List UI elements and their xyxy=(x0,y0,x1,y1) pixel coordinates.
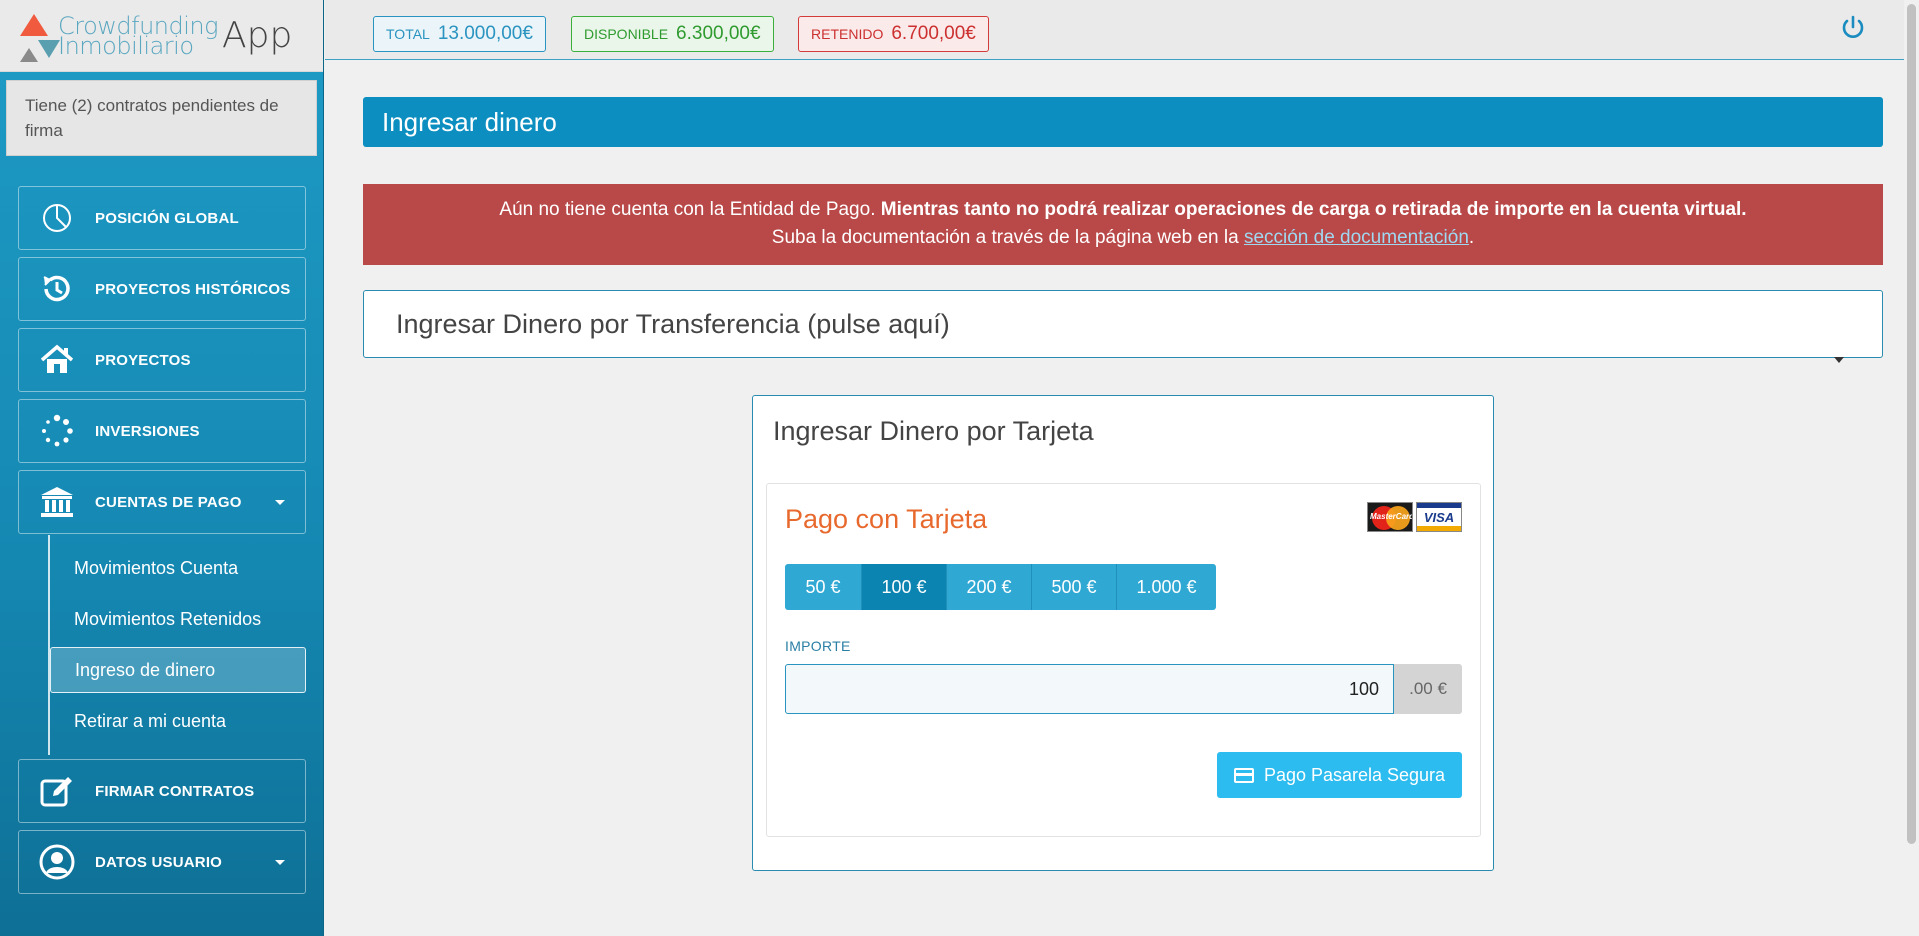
transfer-label: Ingresar Dinero por Transferencia (pulse… xyxy=(396,308,950,339)
edit-icon xyxy=(39,773,75,809)
nav-item-proyectos[interactable]: PROYECTOS xyxy=(18,328,306,392)
alert-text-3: . xyxy=(1468,227,1475,248)
chevron-down-icon xyxy=(275,500,285,505)
mastercard-icon: MasterCard xyxy=(1367,502,1413,532)
importe-input-group: .00 € xyxy=(785,664,1462,714)
nav-label: PROYECTOS xyxy=(95,351,191,369)
subnav-item-retirar-a-mi-cuenta[interactable]: Retirar a mi cuenta xyxy=(50,698,306,744)
total-value: 13.000,00€ xyxy=(437,23,533,44)
power-icon[interactable] xyxy=(1839,14,1867,42)
visa-icon: VISA xyxy=(1416,502,1462,532)
retenido-value: 6.700,00€ xyxy=(891,23,976,44)
payment-entity-alert: Aún no tiene cuenta con la Entidad de Pa… xyxy=(363,184,1883,265)
nav-label: CUENTAS DE PAGO xyxy=(95,493,242,511)
nav-item-datos-usuario[interactable]: DATOS USUARIO xyxy=(18,830,306,894)
alert-bold-text: Mientras tanto no podrá realizar operaci… xyxy=(880,199,1747,220)
nav-label: POSICIÓN GLOBAL xyxy=(95,209,239,227)
subnav-item-movimientos-retenidos[interactable]: Movimientos Retenidos xyxy=(50,596,306,642)
pending-contracts-notice[interactable]: Tiene (2) contratos pendientes de firma xyxy=(6,80,317,156)
logo-mark-icon xyxy=(20,10,60,62)
amount-button-group: 50 € 100 € 200 € 500 € 1.000 € xyxy=(785,564,1216,610)
credit-card-icon xyxy=(1233,767,1254,783)
disponible-label: DISPONIBLE xyxy=(584,26,669,42)
page-title: Ingresar dinero xyxy=(363,97,1883,147)
card-payment-panel: Ingresar Dinero por Tarjeta Pago con Tar… xyxy=(752,395,1494,871)
available-balance-badge: DISPONIBLE 6.300,00€ xyxy=(571,16,774,52)
page-scrollbar[interactable] xyxy=(1904,0,1919,936)
nav-label: FIRMAR CONTRATOS xyxy=(95,782,255,800)
subnav-cuentas-de-pago: Movimientos Cuenta Movimientos Retenidos… xyxy=(48,535,306,755)
importe-input[interactable] xyxy=(785,664,1394,714)
nav-item-proyectos-historicos[interactable]: PROYECTOS HISTÓRICOS xyxy=(18,257,306,321)
nav-item-posicion-global[interactable]: POSICIÓN GLOBAL xyxy=(18,186,306,250)
spinner-icon xyxy=(39,413,75,449)
scrollbar-thumb[interactable] xyxy=(1907,4,1916,844)
top-bar: TOTAL 13.000,00€ DISPONIBLE 6.300,00€ RE… xyxy=(325,0,1905,60)
main-nav: POSICIÓN GLOBAL PROYECTOS HISTÓRICOS PRO… xyxy=(18,186,306,901)
chevron-down-icon xyxy=(1834,357,1844,363)
logo[interactable]: Crowdfunding Inmobiliario App xyxy=(0,0,323,72)
alert-text: Aún no tiene cuenta con la Entidad de Pa… xyxy=(499,199,881,220)
home-icon xyxy=(39,342,75,378)
subnav-item-movimientos-cuenta[interactable]: Movimientos Cuenta xyxy=(50,545,306,591)
alert-line2: Suba la documentación a través de la pág… xyxy=(363,224,1883,252)
logo-app: App xyxy=(222,15,293,56)
alert-line1: Aún no tiene cuenta con la Entidad de Pa… xyxy=(363,196,1883,224)
nav-item-cuentas-de-pago[interactable]: CUENTAS DE PAGO xyxy=(18,470,306,534)
pay-button-label: Pago Pasarela Segura xyxy=(1263,764,1446,785)
amount-button-100[interactable]: 100 € xyxy=(862,564,947,610)
subnav-item-ingreso-de-dinero[interactable]: Ingreso de dinero xyxy=(50,647,306,693)
card-brand-logos: MasterCard VISA xyxy=(1367,502,1462,532)
transfer-panel-toggle[interactable]: Ingresar Dinero por Transferencia (pulse… xyxy=(363,290,1883,363)
alert-text-2: Suba la documentación a través de la pág… xyxy=(771,227,1244,248)
retenido-label: RETENIDO xyxy=(811,26,884,42)
bank-icon xyxy=(39,484,75,520)
importe-suffix: .00 € xyxy=(1394,664,1462,714)
sidebar: Crowdfunding Inmobiliario App Tiene (2) … xyxy=(0,0,324,936)
disponible-value: 6.300,00€ xyxy=(676,23,761,44)
history-icon xyxy=(39,271,75,307)
amount-button-1000[interactable]: 1.000 € xyxy=(1117,564,1216,610)
secure-payment-button[interactable]: Pago Pasarela Segura xyxy=(1217,752,1462,798)
amount-button-500[interactable]: 500 € xyxy=(1032,564,1117,610)
nav-item-firmar-contratos[interactable]: FIRMAR CONTRATOS xyxy=(18,759,306,823)
documentation-link[interactable]: sección de documentación xyxy=(1244,227,1469,248)
nav-label: INVERSIONES xyxy=(95,422,200,440)
amount-button-50[interactable]: 50 € xyxy=(785,564,862,610)
card-payment-form: Pago con Tarjeta MasterCard VISA 50 € 10… xyxy=(766,483,1481,837)
logo-text: Crowdfunding Inmobiliario xyxy=(58,14,219,58)
card-panel-title: Ingresar Dinero por Tarjeta xyxy=(773,416,1094,446)
retained-balance-badge: RETENIDO 6.700,00€ xyxy=(798,16,989,52)
pie-chart-icon xyxy=(39,200,75,236)
total-balance-badge: TOTAL 13.000,00€ xyxy=(373,16,546,52)
chevron-down-icon xyxy=(275,860,285,865)
amount-button-200[interactable]: 200 € xyxy=(947,564,1032,610)
nav-label: PROYECTOS HISTÓRICOS xyxy=(95,280,291,298)
user-circle-icon xyxy=(39,844,75,880)
total-label: TOTAL xyxy=(386,26,430,42)
nav-item-inversiones[interactable]: INVERSIONES xyxy=(18,399,306,463)
importe-label: IMPORTE xyxy=(785,638,851,654)
pago-tarjeta-title: Pago con Tarjeta xyxy=(785,504,988,534)
nav-label: DATOS USUARIO xyxy=(95,853,223,871)
